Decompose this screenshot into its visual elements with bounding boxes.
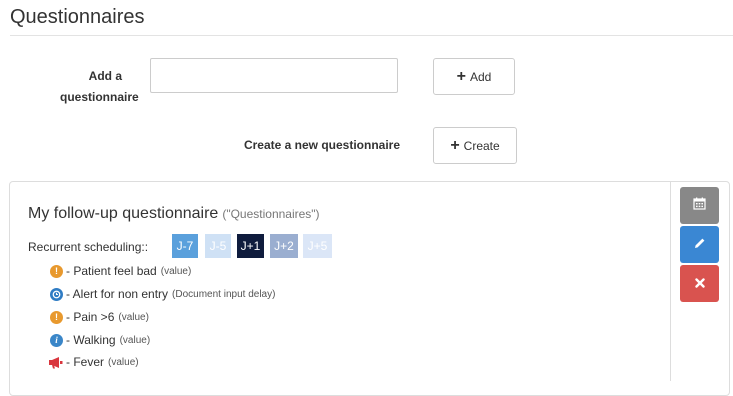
scheduling-label: Recurrent scheduling:: xyxy=(28,240,149,254)
add-label-line2: questionnaire xyxy=(60,90,139,104)
alert-detail: (value) xyxy=(119,334,151,346)
questionnaire-title-row: My follow-up questionnaire ("Questionnair… xyxy=(28,205,320,223)
alert-item: - Alert for non entry (Document input de… xyxy=(50,285,275,303)
info-circle-icon: i xyxy=(50,333,63,347)
alert-label: - Patient feel bad xyxy=(66,264,157,278)
schedule-chip[interactable]: J+2 xyxy=(270,234,298,258)
add-label-line1: Add a xyxy=(88,69,122,83)
panel-divider xyxy=(670,181,671,381)
clock-icon xyxy=(50,287,63,301)
alert-label: - Fever xyxy=(66,355,105,369)
exclamation-circle-icon: ! xyxy=(50,310,63,324)
questionnaire-subtitle: ("Questionnaires") xyxy=(222,207,320,221)
alert-item: - Fever (value) xyxy=(48,353,139,371)
create-button[interactable]: + Create xyxy=(433,127,517,164)
schedule-chip[interactable]: J-7 xyxy=(172,234,198,258)
alert-item: ! - Pain >6 (value) xyxy=(50,308,149,326)
calendar-button[interactable] xyxy=(680,187,719,224)
add-button[interactable]: + Add xyxy=(433,58,515,95)
alert-detail: (value) xyxy=(160,265,192,277)
exclamation-circle-icon: ! xyxy=(50,264,63,278)
alert-label: - Alert for non entry xyxy=(66,287,169,301)
plus-icon: + xyxy=(456,67,466,85)
questionnaire-input[interactable] xyxy=(150,58,398,93)
plus-icon: + xyxy=(450,136,460,154)
title-divider xyxy=(10,35,733,36)
schedule-chip[interactable]: J-5 xyxy=(205,234,231,258)
alert-label: - Walking xyxy=(66,333,116,347)
alert-detail: (value) xyxy=(108,356,139,368)
alert-item: ! - Patient feel bad (value) xyxy=(50,262,191,280)
alert-detail: (Document input delay) xyxy=(172,288,276,300)
schedule-chip[interactable]: J+5 xyxy=(303,234,332,258)
delete-button[interactable] xyxy=(680,265,719,302)
edit-button[interactable] xyxy=(680,226,719,263)
add-button-label: Add xyxy=(469,69,492,84)
add-questionnaire-label: Add a questionnaire xyxy=(60,66,139,108)
create-button-label: Create xyxy=(463,138,500,153)
close-icon xyxy=(694,275,705,293)
schedule-chip[interactable]: J+1 xyxy=(237,234,264,258)
alert-label: - Pain >6 xyxy=(66,310,115,324)
alert-detail: (value) xyxy=(118,311,149,323)
megaphone-icon xyxy=(48,356,63,369)
alert-item: i - Walking (value) xyxy=(50,331,150,349)
create-questionnaire-label: Create a new questionnaire xyxy=(243,138,400,152)
questionnaire-title: My follow-up questionnaire xyxy=(28,205,219,222)
pencil-icon xyxy=(694,236,706,254)
calendar-icon xyxy=(693,197,706,215)
page-title: Questionnaires xyxy=(10,6,145,28)
